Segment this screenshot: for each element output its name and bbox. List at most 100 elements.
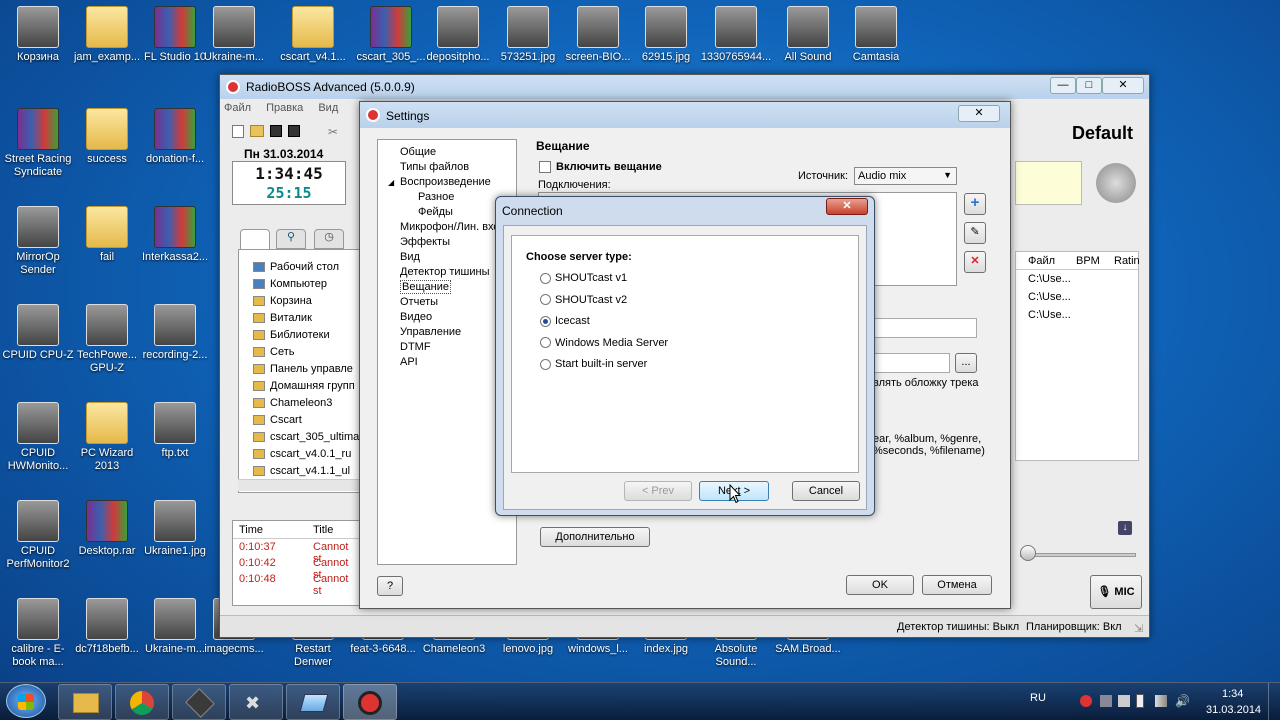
tray-radioboss-icon[interactable] <box>1080 695 1092 707</box>
connection-close-button[interactable]: ✕ <box>826 198 868 215</box>
taskbar-radioboss[interactable] <box>343 684 397 720</box>
menu-file[interactable]: Файл <box>224 102 251 114</box>
log-row[interactable]: 0:10:42 Cannot st <box>233 555 359 581</box>
desktop-icon[interactable]: MirrorOp Sender <box>0 206 76 277</box>
tray-signal-icon[interactable] <box>1155 695 1167 707</box>
expand-arrow-icon[interactable]: ◢ <box>388 175 394 190</box>
open-folder-icon[interactable] <box>250 125 264 137</box>
connection-cancel-button[interactable]: Cancel <box>792 481 860 501</box>
language-indicator[interactable]: RU <box>1030 692 1046 704</box>
playlist-row[interactable]: C:\Use... <box>1016 270 1138 288</box>
desktop-icon[interactable]: CPUID CPU-Z <box>0 304 76 362</box>
browse-button[interactable]: ... <box>955 353 977 373</box>
desktop-icon[interactable]: dc7f18befb... <box>69 598 145 656</box>
tab-search-icon[interactable]: ⚲ <box>276 229 306 249</box>
desktop-icon[interactable]: PC Wizard 2013 <box>69 402 145 473</box>
settings-titlebar[interactable]: Settings ✕ <box>360 102 1010 128</box>
radio-button[interactable] <box>540 358 551 370</box>
prev-button[interactable]: < Prev <box>624 481 692 501</box>
tray-volume-icon[interactable]: 🔊 <box>1175 694 1190 708</box>
desktop-icon[interactable]: Ukraine1.jpg <box>137 500 213 558</box>
download-icon[interactable]: ↓ <box>1118 521 1132 535</box>
minimize-button[interactable]: — <box>1050 77 1076 94</box>
desktop-icon[interactable]: Interkassa2... <box>137 206 213 264</box>
volume-knob[interactable] <box>1020 545 1036 561</box>
tree-item[interactable]: Cscart <box>253 413 359 430</box>
log-col-title[interactable]: Title <box>313 524 333 536</box>
desktop-icon[interactable]: CPUID PerfMonitor2 <box>0 500 76 571</box>
help-button[interactable]: ? <box>377 576 403 596</box>
delete-connection-button[interactable]: ✕ <box>964 251 986 273</box>
tree-item[interactable]: Домашняя групп <box>253 379 359 396</box>
tree-item[interactable]: Рабочий стол <box>253 260 359 277</box>
connection-titlebar[interactable]: Connection ✕ <box>496 197 874 223</box>
desktop-icon[interactable]: TechPowe... GPU-Z <box>69 304 145 375</box>
edit-connection-button[interactable]: ✎ <box>964 222 986 244</box>
log-row[interactable]: 0:10:37 Cannot st <box>233 539 359 565</box>
radio-button[interactable] <box>540 272 551 284</box>
playlist-col-rating[interactable]: Ratin <box>1114 255 1140 267</box>
desktop-icon[interactable]: Корзина <box>0 6 76 64</box>
tree-item[interactable]: Виталик <box>253 311 359 328</box>
new-file-icon[interactable] <box>232 125 244 138</box>
desktop-icon[interactable]: All Sound <box>770 6 846 64</box>
tab-folders-icon[interactable] <box>240 229 270 249</box>
tray-flag-icon[interactable] <box>1118 695 1130 707</box>
tree-item[interactable]: Сеть <box>253 345 359 362</box>
text-field-2[interactable] <box>870 353 950 373</box>
tree-item[interactable]: cscart_305_ultima <box>253 430 359 447</box>
desktop-icon[interactable]: fail <box>69 206 145 264</box>
radioboss-titlebar[interactable]: RadioBOSS Advanced (5.0.0.9) — □ ✕ <box>220 75 1149 99</box>
clock-date[interactable]: 31.03.2014 <box>1206 704 1261 716</box>
settings-nav-item[interactable]: Общие <box>378 145 516 160</box>
tray-network-icon[interactable] <box>1100 695 1112 707</box>
desktop-icon[interactable]: 1330765944... <box>698 6 774 64</box>
desktop-icon[interactable]: calibre - E-book ma... <box>0 598 76 669</box>
save-icon[interactable] <box>270 125 282 137</box>
desktop-icon[interactable]: ftp.txt <box>137 402 213 460</box>
desktop-icon[interactable]: depositpho... <box>420 6 496 64</box>
server-type-option[interactable]: Windows Media Server <box>540 335 668 351</box>
volume-slider[interactable] <box>1020 553 1136 557</box>
save-all-icon[interactable] <box>288 125 300 137</box>
settings-cancel-button[interactable]: Отмена <box>922 575 992 595</box>
tree-item[interactable]: Компьютер <box>253 277 359 294</box>
server-type-option[interactable]: SHOUTcast v2 <box>540 292 627 308</box>
menu-edit[interactable]: Правка <box>266 102 303 114</box>
text-field-1[interactable] <box>870 318 977 338</box>
taskbar-app-5[interactable] <box>286 684 340 720</box>
tree-item[interactable]: Chameleon3 <box>253 396 359 413</box>
settings-nav-item[interactable]: Типы файлов <box>378 160 516 175</box>
radio-button[interactable] <box>540 294 551 306</box>
ok-button[interactable]: OK <box>846 575 914 595</box>
desktop-icon[interactable]: Camtasia <box>838 6 914 64</box>
desktop-icon[interactable]: 573251.jpg <box>490 6 566 64</box>
radio-button[interactable] <box>540 337 551 349</box>
tree-item[interactable]: Библиотеки <box>253 328 359 345</box>
tray-battery-icon[interactable] <box>1136 694 1144 708</box>
desktop-icon[interactable]: donation-f... <box>137 108 213 166</box>
cut-icon[interactable]: ✂ <box>328 125 340 139</box>
taskbar-explorer[interactable] <box>58 684 112 720</box>
log-col-time[interactable]: Time <box>239 524 263 536</box>
desktop-icon[interactable]: jam_examp... <box>69 6 145 64</box>
start-button[interactable] <box>6 684 46 718</box>
playlist-row[interactable]: C:\Use... <box>1016 288 1138 306</box>
clock-time[interactable]: 1:34 <box>1222 688 1243 700</box>
enable-broadcast-checkbox[interactable] <box>539 161 551 173</box>
playlist-row[interactable]: C:\Use... <box>1016 306 1138 324</box>
settings-nav-item[interactable]: ◢ Воспроизведение <box>378 175 516 190</box>
server-type-option[interactable]: SHOUTcast v1 <box>540 270 627 286</box>
settings-close-button[interactable]: ✕ <box>958 105 1000 122</box>
tree-item[interactable]: Панель управле <box>253 362 359 379</box>
desktop-icon[interactable]: CPUID HWMonito... <box>0 402 76 473</box>
tree-item[interactable]: cscart_v4.0.1_ru <box>253 447 359 464</box>
desktop-icon[interactable]: Desktop.rar <box>69 500 145 558</box>
menu-view[interactable]: Вид <box>318 102 338 114</box>
add-connection-button[interactable]: + <box>964 193 986 215</box>
resize-grip-icon[interactable]: ⇲ <box>1134 622 1143 635</box>
tree-scrollbar[interactable] <box>238 479 360 491</box>
desktop-icon[interactable]: Ukraine-m... <box>196 6 272 64</box>
desktop-icon[interactable]: cscart_305_... <box>353 6 429 64</box>
tree-item[interactable]: Корзина <box>253 294 359 311</box>
